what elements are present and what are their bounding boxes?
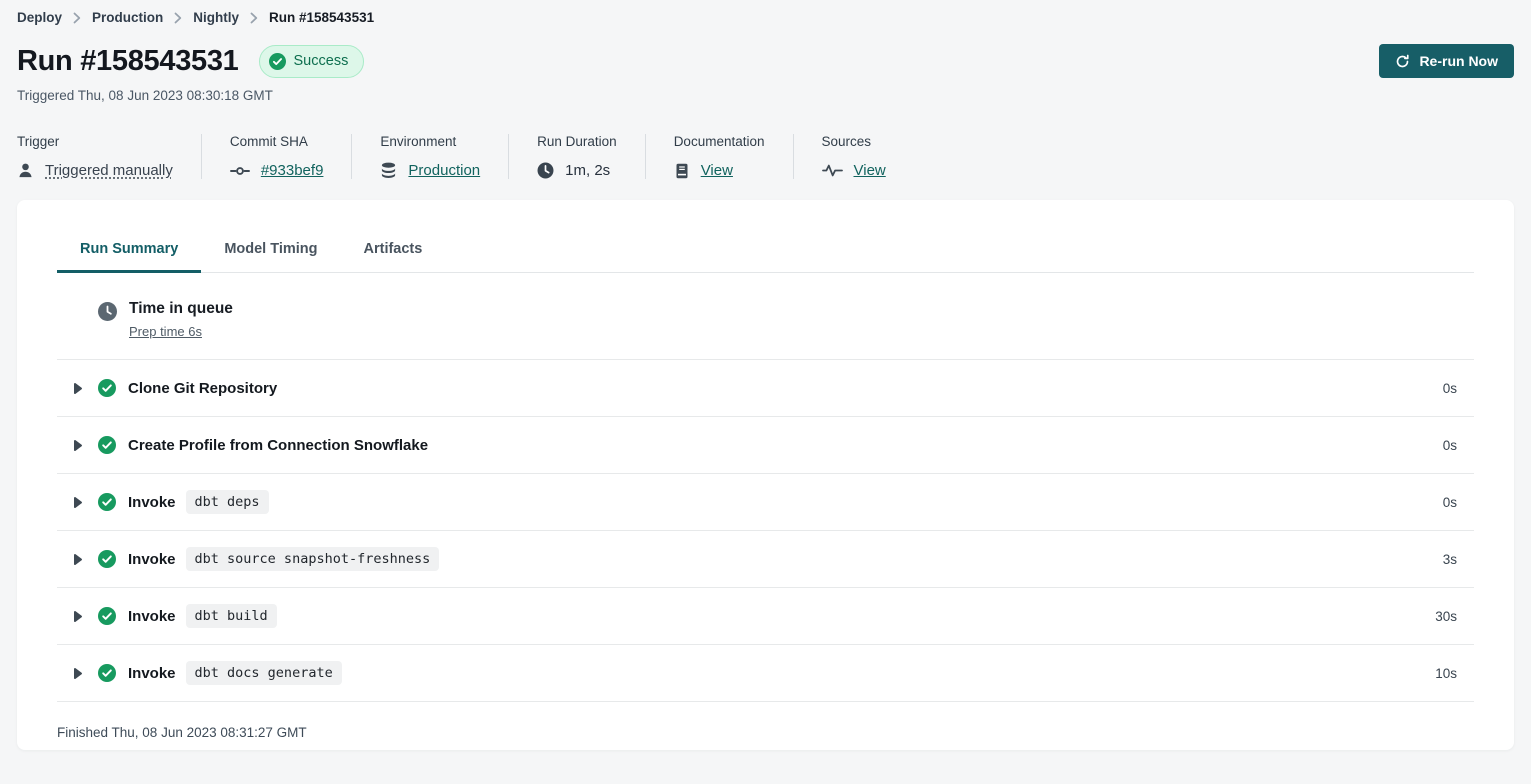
check-circle-icon — [269, 53, 286, 70]
step-label: Invoke — [128, 608, 176, 625]
finished-timestamp: Finished Thu, 08 Jun 2023 08:31:27 GMT — [57, 702, 1474, 740]
step-duration: 0s — [1443, 381, 1474, 396]
step-row-dbt-docs-generate[interactable]: Invoke dbt docs generate 10s — [57, 645, 1474, 702]
meta-trigger-label: Trigger — [17, 134, 173, 149]
meta-environment: Environment Production — [351, 134, 508, 179]
breadcrumb-deploy[interactable]: Deploy — [17, 10, 62, 25]
check-circle-icon — [98, 493, 116, 511]
caret-right-icon[interactable] — [73, 610, 83, 623]
database-icon — [380, 162, 397, 179]
breadcrumb-production[interactable]: Production — [92, 10, 163, 25]
meta-sources-label: Sources — [822, 134, 886, 149]
clock-icon — [537, 162, 554, 179]
tab-artifacts[interactable]: Artifacts — [341, 232, 446, 273]
page-title: Run #158543531 — [17, 45, 239, 78]
run-metadata-row: Trigger Triggered manually Commit SHA #9… — [17, 134, 1514, 179]
meta-documentation-label: Documentation — [674, 134, 765, 149]
step-duration: 30s — [1435, 609, 1474, 624]
tab-bar: Run Summary Model Timing Artifacts — [57, 232, 1474, 273]
caret-right-icon[interactable] — [73, 553, 83, 566]
tab-run-summary[interactable]: Run Summary — [57, 232, 201, 273]
page-header: Deploy Production Nightly Run #158543531… — [0, 0, 1531, 179]
chevron-right-icon — [73, 12, 81, 24]
step-duration: 0s — [1443, 495, 1474, 510]
step-label: Clone Git Repository — [128, 380, 277, 397]
time-in-queue-block: Time in queue Prep time 6s — [57, 273, 1474, 360]
step-label: Invoke — [128, 551, 176, 568]
rerun-now-label: Re-run Now — [1419, 53, 1498, 69]
prep-time-link[interactable]: Prep time 6s — [129, 324, 202, 339]
caret-right-icon[interactable] — [73, 382, 83, 395]
check-circle-icon — [98, 379, 116, 397]
run-duration-value: 1m, 2s — [565, 162, 610, 179]
step-command-chip: dbt docs generate — [186, 661, 342, 685]
title-row: Run #158543531 Success Re-run Now — [17, 44, 1514, 78]
refresh-icon — [1395, 54, 1410, 69]
step-duration: 3s — [1443, 552, 1474, 567]
step-command-chip: dbt build — [186, 604, 277, 628]
run-summary-card: Run Summary Model Timing Artifacts Time … — [17, 200, 1514, 750]
git-commit-icon — [230, 165, 250, 177]
meta-commit-sha: Commit SHA #933bef9 — [201, 134, 352, 179]
commit-sha-link[interactable]: #933bef9 — [261, 162, 324, 179]
step-label: Invoke — [128, 494, 176, 511]
rerun-now-button[interactable]: Re-run Now — [1379, 44, 1514, 78]
step-row-clone-git[interactable]: Clone Git Repository 0s — [57, 360, 1474, 417]
chevron-right-icon — [250, 12, 258, 24]
meta-documentation: Documentation View — [645, 134, 793, 179]
breadcrumb: Deploy Production Nightly Run #158543531 — [17, 10, 1514, 25]
sources-view-link[interactable]: View — [854, 162, 886, 179]
status-badge: Success — [259, 45, 365, 78]
caret-right-icon[interactable] — [73, 667, 83, 680]
step-row-dbt-build[interactable]: Invoke dbt build 30s — [57, 588, 1474, 645]
breadcrumb-nightly[interactable]: Nightly — [193, 10, 239, 25]
check-circle-icon — [98, 550, 116, 568]
step-command-chip: dbt source snapshot-freshness — [186, 547, 440, 571]
user-icon — [17, 162, 34, 179]
triggered-timestamp: Triggered Thu, 08 Jun 2023 08:30:18 GMT — [17, 88, 1514, 103]
clock-icon — [98, 302, 117, 321]
step-label: Invoke — [128, 665, 176, 682]
book-icon — [674, 163, 690, 179]
step-row-dbt-source-freshness[interactable]: Invoke dbt source snapshot-freshness 3s — [57, 531, 1474, 588]
check-circle-icon — [98, 436, 116, 454]
queue-title: Time in queue — [129, 300, 233, 318]
check-circle-icon — [98, 664, 116, 682]
status-badge-label: Success — [294, 53, 349, 69]
meta-run-duration: Run Duration 1m, 2s — [508, 134, 645, 179]
caret-right-icon[interactable] — [73, 496, 83, 509]
chevron-right-icon — [174, 12, 182, 24]
environment-link[interactable]: Production — [408, 162, 480, 179]
meta-trigger: Trigger Triggered manually — [17, 134, 201, 179]
trigger-value[interactable]: Triggered manually — [45, 162, 173, 179]
meta-environment-label: Environment — [380, 134, 480, 149]
meta-duration-label: Run Duration — [537, 134, 617, 149]
step-label: Create Profile from Connection Snowflake — [128, 437, 428, 454]
pulse-icon — [822, 164, 843, 177]
step-command-chip: dbt deps — [186, 490, 269, 514]
meta-sources: Sources View — [793, 134, 914, 179]
documentation-view-link[interactable]: View — [701, 162, 733, 179]
caret-right-icon[interactable] — [73, 439, 83, 452]
step-row-create-profile[interactable]: Create Profile from Connection Snowflake… — [57, 417, 1474, 474]
check-circle-icon — [98, 607, 116, 625]
meta-commit-label: Commit SHA — [230, 134, 324, 149]
step-duration: 0s — [1443, 438, 1474, 453]
breadcrumb-current-run: Run #158543531 — [269, 10, 374, 25]
step-row-dbt-deps[interactable]: Invoke dbt deps 0s — [57, 474, 1474, 531]
tab-model-timing[interactable]: Model Timing — [201, 232, 340, 273]
step-duration: 10s — [1435, 666, 1474, 681]
run-detail-page: Deploy Production Nightly Run #158543531… — [0, 0, 1531, 784]
